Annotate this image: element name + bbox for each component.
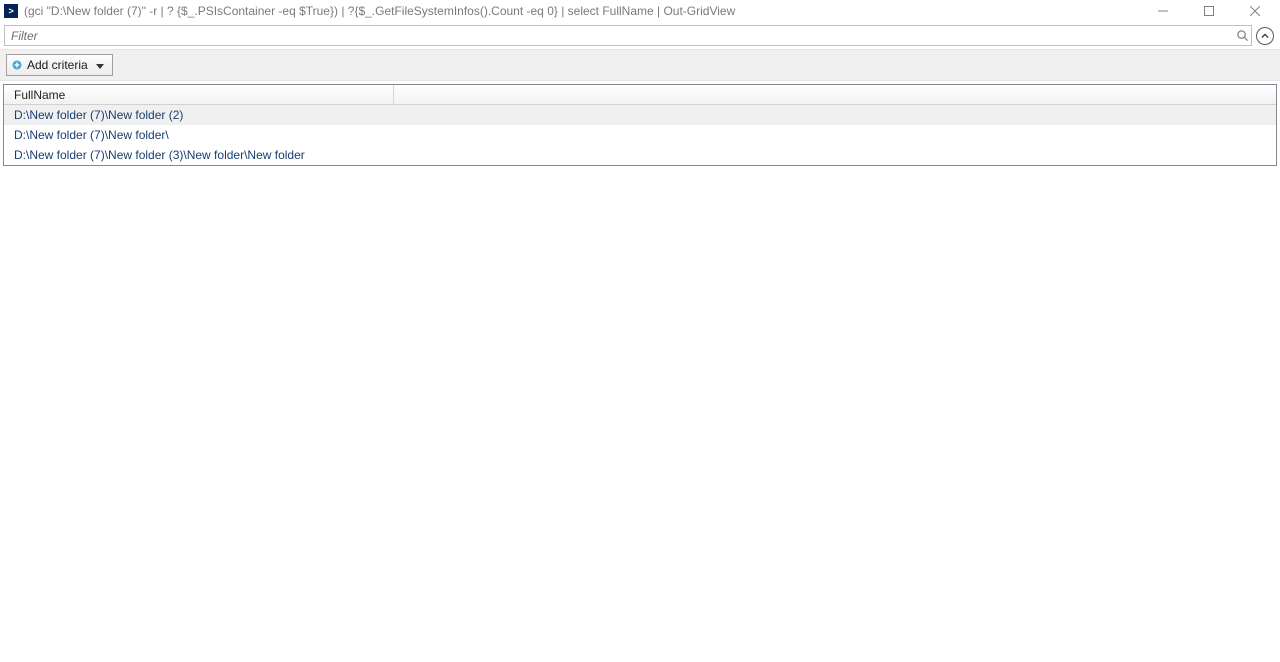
window-title: (gci "D:\New folder (7)" -r | ? {$_.PSIs… bbox=[24, 4, 1140, 18]
filter-input-container bbox=[4, 25, 1252, 46]
close-icon bbox=[1250, 6, 1260, 16]
titlebar: > (gci "D:\New folder (7)" -r | ? {$_.PS… bbox=[0, 0, 1280, 22]
cell-fullname: D:\New folder (7)\New folder (2) bbox=[14, 108, 183, 122]
plus-icon bbox=[11, 59, 23, 71]
filter-input[interactable] bbox=[5, 26, 1233, 45]
maximize-icon bbox=[1204, 6, 1214, 16]
chevron-down-icon bbox=[96, 58, 104, 72]
minimize-button[interactable] bbox=[1140, 1, 1186, 21]
chevron-up-icon bbox=[1261, 32, 1269, 40]
criteria-bar: Add criteria bbox=[0, 49, 1280, 81]
table-row[interactable]: D:\New folder (7)\New folder\ bbox=[4, 125, 1276, 145]
search-icon bbox=[1233, 29, 1251, 42]
results-grid: FullName D:\New folder (7)\New folder (2… bbox=[3, 84, 1277, 166]
powershell-icon: > bbox=[4, 4, 18, 18]
grid-header: FullName bbox=[4, 85, 1276, 105]
column-header-fullname[interactable]: FullName bbox=[4, 85, 394, 104]
grid-body: D:\New folder (7)\New folder (2) D:\New … bbox=[4, 105, 1276, 165]
cell-fullname: D:\New folder (7)\New folder (3)\New fol… bbox=[14, 148, 305, 162]
window-controls bbox=[1140, 1, 1278, 21]
table-row[interactable]: D:\New folder (7)\New folder (3)\New fol… bbox=[4, 145, 1276, 165]
minimize-icon bbox=[1158, 6, 1168, 16]
column-header-spacer bbox=[394, 85, 1276, 104]
add-criteria-label: Add criteria bbox=[27, 58, 88, 72]
collapse-filter-button[interactable] bbox=[1256, 27, 1274, 45]
maximize-button[interactable] bbox=[1186, 1, 1232, 21]
add-criteria-button[interactable]: Add criteria bbox=[6, 54, 113, 76]
close-button[interactable] bbox=[1232, 1, 1278, 21]
cell-fullname: D:\New folder (7)\New folder\ bbox=[14, 128, 169, 142]
table-row[interactable]: D:\New folder (7)\New folder (2) bbox=[4, 105, 1276, 125]
filter-bar bbox=[0, 22, 1280, 49]
